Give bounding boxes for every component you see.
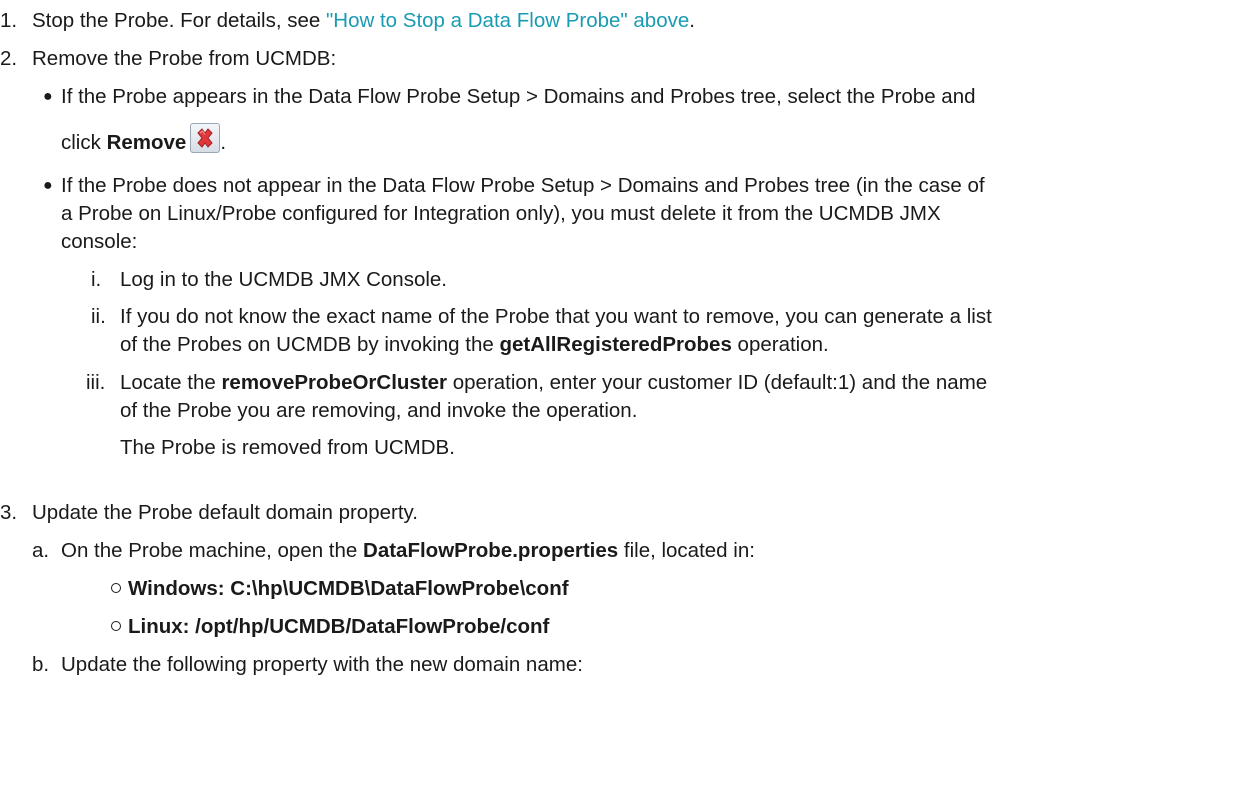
sub-b-text: Update the following property with the n… [61,653,583,676]
step-2-number: 2. [0,47,18,70]
sub-a-pre: On the Probe machine, open the [61,539,364,562]
circle-bullet [111,583,121,593]
stop-probe-link[interactable]: "How to Stop a Data Flow Probe" above [326,9,689,32]
bullet-2-line-1: If the Probe does not appear in the Data… [61,174,985,197]
sub-iii-result: The Probe is removed from UCMDB. [120,436,455,459]
sub-i-number: i. [91,268,102,291]
get-all-registered-probes: getAllRegisteredProbes [499,333,732,356]
step-1-period: . [689,9,695,32]
remove-probe-or-cluster: removeProbeOrCluster [221,371,448,394]
circle-bullet [111,621,121,631]
sub-a-number: a. [32,539,50,562]
sub-ii-line-1: If you do not know the exact name of the… [120,305,992,328]
sub-a-post: file, located in: [618,539,755,562]
step-3-number: 3. [0,501,18,524]
sub-ii-line-2: of the Probes on UCMDB by invoking the g… [120,330,829,359]
windows-path: Windows: C:\hp\UCMDB\DataFlowProbe\conf [128,574,569,603]
bullet-1-line-2: click Remove. [61,123,226,157]
sub-ii-number: ii. [91,305,106,328]
sub-iii-number: iii. [86,371,106,394]
bullet-1-click-text: click [61,131,107,154]
sub-iii-line-2: of the Probe you are removing, and invok… [120,399,638,422]
sub-a-text: On the Probe machine, open the DataFlowP… [61,536,755,565]
step-2-text: Remove the Probe from UCMDB: [32,47,337,70]
remove-red-x-icon[interactable] [190,123,221,153]
bullet-2-line-3: console: [61,230,138,253]
windows-path-text: Windows: C:\hp\UCMDB\DataFlowProbe\conf [128,577,569,600]
bullet-2-line-2: a Probe on Linux/Probe configured for In… [61,202,941,225]
remove-label: Remove [106,131,187,154]
bullet-dot: ● [43,88,53,105]
step-1-text: Stop the Probe. For details, see [32,9,326,32]
sub-ii-text-end: operation. [731,333,829,356]
linux-path: Linux: /opt/hp/UCMDB/DataFlowProbe/conf [128,612,549,641]
sub-i-text: Log in to the UCMDB JMX Console. [120,268,447,291]
bullet-dot: ● [43,177,53,194]
sub-ii-text: of the Probes on UCMDB by invoking the [120,333,500,356]
sub-b-number: b. [32,653,50,676]
step-3-text: Update the Probe default domain property… [32,501,418,524]
step-1: Stop the Probe. For details, see "How to… [32,6,695,35]
sub-iii-text-end: operation, enter your customer ID (defau… [447,371,988,394]
bullet-1-period: . [220,131,227,154]
bullet-1-line-1: If the Probe appears in the Data Flow Pr… [61,85,976,108]
step-1-number: 1. [0,9,18,32]
sub-iii-line-1: Locate the removeProbeOrCluster operatio… [120,368,987,397]
linux-path-text: Linux: /opt/hp/UCMDB/DataFlowProbe/conf [128,615,550,638]
sub-iii-text: Locate the [120,371,222,394]
properties-file-name: DataFlowProbe.properties [363,539,619,562]
